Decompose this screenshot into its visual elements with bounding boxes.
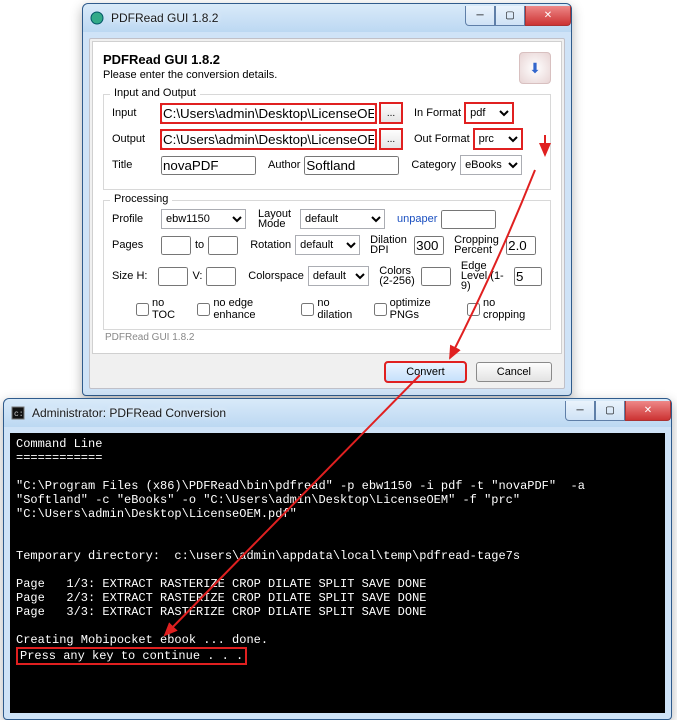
out-format-select[interactable]: prc (474, 129, 522, 149)
size-h-field[interactable] (158, 267, 188, 286)
window-title: PDFRead GUI 1.8.2 (111, 11, 465, 25)
console-minimize-button[interactable]: ─ (565, 401, 595, 421)
console-prompt: Press any key to continue . . . (16, 647, 247, 665)
close-button[interactable]: ✕ (525, 6, 571, 26)
dilation-dpi-field[interactable] (414, 236, 444, 255)
optimize-png-checkbox[interactable]: optimize PNGs (374, 297, 455, 321)
output-path-field[interactable] (161, 130, 376, 149)
app-icon (89, 10, 105, 26)
console-maximize-button[interactable]: ▢ (595, 401, 625, 421)
dialog-footer: Convert Cancel (92, 354, 562, 386)
console-titlebar[interactable]: c:\ Administrator: PDFRead Conversion ─ … (4, 399, 671, 427)
cropping-pct-field[interactable] (506, 236, 536, 255)
titlebar[interactable]: PDFRead GUI 1.8.2 ─ ▢ ✕ (83, 4, 571, 32)
to-label: to (195, 239, 204, 251)
author-label: Author (268, 159, 300, 171)
no-dilation-checkbox[interactable]: no dilation (301, 297, 361, 321)
console-output[interactable]: Command Line ============ "C:\Program Fi… (10, 433, 665, 713)
maximize-button[interactable]: ▢ (495, 6, 525, 26)
pages-from-field[interactable] (161, 236, 191, 255)
input-path-field[interactable] (161, 104, 376, 123)
layout-mode-select[interactable]: default (300, 209, 385, 229)
sizeh-label: Size H: (112, 270, 154, 282)
cropping-pct-label: Cropping Percent (454, 235, 502, 255)
pages-to-field[interactable] (208, 236, 238, 255)
colorspace-label: Colorspace (248, 270, 304, 282)
out-format-label: Out Format (414, 133, 470, 145)
profile-select[interactable]: ebw1150 (161, 209, 246, 229)
colors-label: Colors (2-256) (379, 266, 417, 286)
processing-group: Processing Profile ebw1150 Layout Mode d… (103, 200, 551, 330)
edge-level-field[interactable] (514, 267, 542, 286)
unpaper-field[interactable] (441, 210, 496, 229)
header-subtitle: Please enter the conversion details. (103, 69, 519, 81)
v-label: V: (192, 270, 202, 282)
pages-label: Pages (112, 239, 157, 251)
title-label: Title (112, 159, 157, 171)
in-format-select[interactable]: pdf (465, 103, 513, 123)
input-browse-button[interactable]: ... (380, 103, 402, 123)
size-v-field[interactable] (206, 267, 236, 286)
console-close-button[interactable]: ✕ (625, 401, 671, 421)
layout-mode-label: Layout Mode (258, 209, 296, 229)
input-label: Input (112, 107, 157, 119)
svg-text:c:\: c:\ (14, 410, 25, 419)
console-window: c:\ Administrator: PDFRead Conversion ─ … (3, 398, 672, 720)
output-label: Output (112, 133, 157, 145)
console-icon: c:\ (10, 405, 26, 421)
dialog-header: PDFRead GUI 1.8.2 Please enter the conve… (103, 52, 551, 84)
colors-field[interactable] (421, 267, 451, 286)
unpaper-label[interactable]: unpaper (397, 213, 437, 225)
no-toc-checkbox[interactable]: no TOC (136, 297, 185, 321)
convert-button[interactable]: Convert (385, 362, 466, 382)
pdfread-logo-icon: ⬇ (519, 52, 551, 84)
title-field[interactable] (161, 156, 256, 175)
output-browse-button[interactable]: ... (380, 129, 402, 149)
rotation-select[interactable]: default (295, 235, 360, 255)
pdfread-gui-window: PDFRead GUI 1.8.2 ─ ▢ ✕ PDFRead GUI 1.8.… (82, 3, 572, 396)
dilation-dpi-label: Dilation DPI (370, 235, 410, 255)
status-bar: PDFRead GUI 1.8.2 (103, 330, 551, 343)
in-format-label: In Format (414, 107, 461, 119)
author-field[interactable] (304, 156, 399, 175)
processing-group-title: Processing (110, 193, 172, 205)
category-label: Category (411, 159, 456, 171)
io-group-title: Input and Output (110, 87, 200, 99)
minimize-button[interactable]: ─ (465, 6, 495, 26)
io-group: Input and Output Input ... In Format pdf… (103, 94, 551, 190)
console-title: Administrator: PDFRead Conversion (32, 406, 565, 420)
category-select[interactable]: eBooks (460, 155, 522, 175)
rotation-label: Rotation (250, 239, 291, 251)
no-edge-checkbox[interactable]: no edge enhance (197, 297, 289, 321)
cancel-button[interactable]: Cancel (476, 362, 552, 382)
colorspace-select[interactable]: default (308, 266, 369, 286)
header-title: PDFRead GUI 1.8.2 (103, 52, 519, 67)
profile-label: Profile (112, 213, 157, 225)
no-cropping-checkbox[interactable]: no cropping (467, 297, 534, 321)
edge-level-label: Edge Level (1-9) (461, 261, 510, 291)
